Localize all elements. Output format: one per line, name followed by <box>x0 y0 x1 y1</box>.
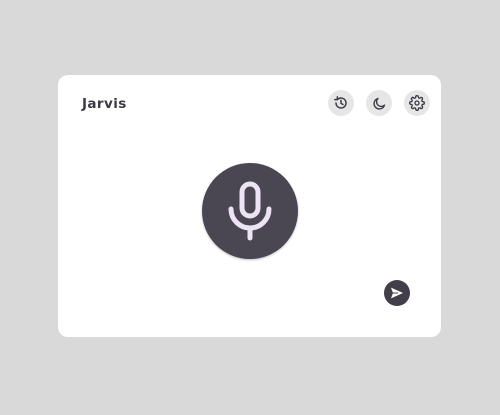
history-button[interactable] <box>328 90 354 116</box>
send-icon <box>391 287 403 299</box>
theme-toggle-button[interactable] <box>366 90 392 116</box>
send-button[interactable] <box>384 280 410 306</box>
app-title: Jarvis <box>82 96 127 112</box>
history-icon <box>333 96 347 109</box>
assistant-card: Jarvis <box>58 75 441 337</box>
microphone-icon <box>228 181 272 241</box>
moon-icon <box>372 97 385 110</box>
settings-button[interactable] <box>404 90 430 116</box>
microphone-button[interactable] <box>202 163 298 259</box>
app-window-backdrop: Jarvis <box>0 0 500 415</box>
gear-icon <box>409 95 425 111</box>
